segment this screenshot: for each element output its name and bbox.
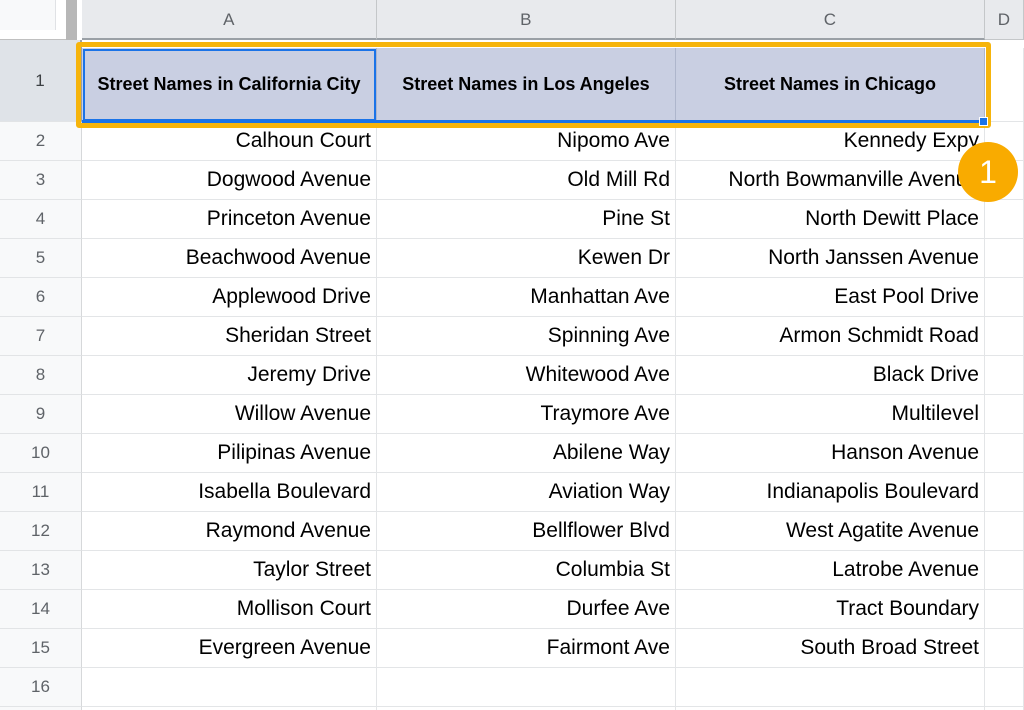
cell-C8[interactable]: Black Drive xyxy=(676,356,985,395)
cell-C9[interactable]: Multilevel xyxy=(676,395,985,434)
cell-B11[interactable]: Aviation Way xyxy=(377,473,676,512)
column-selection-band xyxy=(66,0,77,40)
row-header-3[interactable]: 3 xyxy=(0,161,82,200)
selection-range-underline xyxy=(82,120,985,123)
cell-A2[interactable]: Calhoun Court xyxy=(82,122,377,161)
cell-C13[interactable]: Latrobe Avenue xyxy=(676,551,985,590)
cell-A8[interactable]: Jeremy Drive xyxy=(82,356,377,395)
cell-D6[interactable] xyxy=(985,278,1024,317)
row-header-14[interactable]: 14 xyxy=(0,590,82,629)
cell-C11[interactable]: Indianapolis Boulevard xyxy=(676,473,985,512)
step-badge: 1 xyxy=(958,142,1018,202)
cell-B14[interactable]: Durfee Ave xyxy=(377,590,676,629)
cell-C4[interactable]: North Dewitt Place xyxy=(676,200,985,239)
cell-B5[interactable]: Kewen Dr xyxy=(377,239,676,278)
cell-B7[interactable]: Spinning Ave xyxy=(377,317,676,356)
cell-A10[interactable]: Pilipinas Avenue xyxy=(82,434,377,473)
row-header-2[interactable]: 2 xyxy=(0,122,82,161)
cell-A16[interactable] xyxy=(82,668,377,707)
cell-D15[interactable] xyxy=(985,629,1024,668)
cell-A13[interactable]: Taylor Street xyxy=(82,551,377,590)
header-cell-B1[interactable]: Street Names in Los Angeles xyxy=(377,48,676,122)
cell-C7[interactable]: Armon Schmidt Road xyxy=(676,317,985,356)
cell-D16[interactable] xyxy=(985,668,1024,707)
row-header-16[interactable]: 16 xyxy=(0,668,82,707)
cell-D4[interactable] xyxy=(985,200,1024,239)
cell-A4[interactable]: Princeton Avenue xyxy=(82,200,377,239)
cell-A6[interactable]: Applewood Drive xyxy=(82,278,377,317)
cell-C10[interactable]: Hanson Avenue xyxy=(676,434,985,473)
cell-D1[interactable] xyxy=(985,48,1024,122)
cell-C16[interactable] xyxy=(676,668,985,707)
row-header-15[interactable]: 15 xyxy=(0,629,82,668)
header-cell-A1[interactable]: Street Names in California City xyxy=(82,48,377,122)
column-header-A[interactable]: A xyxy=(82,0,377,40)
cell-D13[interactable] xyxy=(985,551,1024,590)
cell-B12[interactable]: Bellflower Blvd xyxy=(377,512,676,551)
cell-C12[interactable]: West Agatite Avenue xyxy=(676,512,985,551)
cell-A11[interactable]: Isabella Boulevard xyxy=(82,473,377,512)
cell-D14[interactable] xyxy=(985,590,1024,629)
cell-C5[interactable]: North Janssen Avenue xyxy=(676,239,985,278)
cell-D10[interactable] xyxy=(985,434,1024,473)
column-header-B[interactable]: B xyxy=(377,0,676,40)
row-header-8[interactable]: 8 xyxy=(0,356,82,395)
cell-B6[interactable]: Manhattan Ave xyxy=(377,278,676,317)
column-header-C[interactable]: C xyxy=(676,0,985,40)
fill-handle[interactable] xyxy=(979,117,988,126)
cell-D8[interactable] xyxy=(985,356,1024,395)
cell-A9[interactable]: Willow Avenue xyxy=(82,395,377,434)
cell-B2[interactable]: Nipomo Ave xyxy=(377,122,676,161)
cell-D7[interactable] xyxy=(985,317,1024,356)
column-header-strip: ABCD xyxy=(0,0,1024,40)
header-cell-C1[interactable]: Street Names in Chicago xyxy=(676,48,985,122)
cell-C15[interactable]: South Broad Street xyxy=(676,629,985,668)
cell-D12[interactable] xyxy=(985,512,1024,551)
cell-B15[interactable]: Fairmont Ave xyxy=(377,629,676,668)
cell-A14[interactable]: Mollison Court xyxy=(82,590,377,629)
cell-B13[interactable]: Columbia St xyxy=(377,551,676,590)
cell-A3[interactable]: Dogwood Avenue xyxy=(82,161,377,200)
row-header-9[interactable]: 9 xyxy=(0,395,82,434)
row-header-6[interactable]: 6 xyxy=(0,278,82,317)
row-header-10[interactable]: 10 xyxy=(0,434,82,473)
row-header-12[interactable]: 12 xyxy=(0,512,82,551)
row-header-1[interactable]: 1 xyxy=(0,40,82,122)
cell-A5[interactable]: Beachwood Avenue xyxy=(82,239,377,278)
cell-D11[interactable] xyxy=(985,473,1024,512)
cell-C6[interactable]: East Pool Drive xyxy=(676,278,985,317)
row-header-5[interactable]: 5 xyxy=(0,239,82,278)
cell-D5[interactable] xyxy=(985,239,1024,278)
cell-B8[interactable]: Whitewood Ave xyxy=(377,356,676,395)
column-header-D[interactable]: D xyxy=(985,0,1024,40)
cell-A15[interactable]: Evergreen Avenue xyxy=(82,629,377,668)
spreadsheet-grid: 2 Calhoun Court Nipomo Ave Kennedy Expy 3 Dog… xyxy=(0,0,1024,710)
cell-B3[interactable]: Old Mill Rd xyxy=(377,161,676,200)
row-header-13[interactable]: 13 xyxy=(0,551,82,590)
cell-A7[interactable]: Sheridan Street xyxy=(82,317,377,356)
cell-B9[interactable]: Traymore Ave xyxy=(377,395,676,434)
select-all-corner-inner xyxy=(0,0,56,30)
cell-B10[interactable]: Abilene Way xyxy=(377,434,676,473)
row-header-7[interactable]: 7 xyxy=(0,317,82,356)
cell-C2[interactable]: Kennedy Expy xyxy=(676,122,985,161)
cell-C3[interactable]: North Bowmanville Avenue xyxy=(676,161,985,200)
row-header-4[interactable]: 4 xyxy=(0,200,82,239)
select-all-corner[interactable] xyxy=(0,0,66,40)
cell-A12[interactable]: Raymond Avenue xyxy=(82,512,377,551)
cell-C14[interactable]: Tract Boundary xyxy=(676,590,985,629)
cell-B16[interactable] xyxy=(377,668,676,707)
cell-D9[interactable] xyxy=(985,395,1024,434)
cell-B4[interactable]: Pine St xyxy=(377,200,676,239)
row-header-11[interactable]: 11 xyxy=(0,473,82,512)
